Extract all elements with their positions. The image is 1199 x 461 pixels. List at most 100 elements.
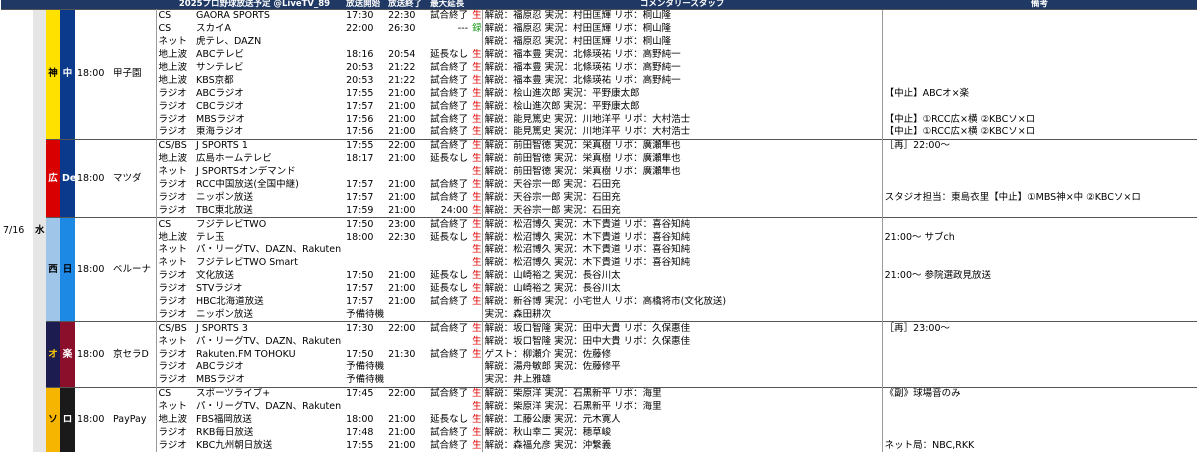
table-row: オ楽 18:00 京セラD CS/BS J SPORTS 3 17:30 22:00 試合終了… [1,321,1197,388]
end-time: 21:00 [388,426,416,438]
live-mark: 生 [472,100,482,112]
table-row: ラジオ 東海ラジオ 17:56 21:00 試合終了生解説：能見篤史 実況：川地洋平 リ… [1,126,1197,140]
start-time: 17:57 [346,283,374,295]
note-cell: 【中止】①RCC広×横 ②KBCソ×ロ [881,126,1197,140]
station-name: MBSラジオ [196,113,245,125]
station-name: GAORA SPORTS [194,8,345,23]
live-mark: 生 [472,231,482,243]
note-cell [881,22,1197,36]
live-mark: 生 [470,217,483,232]
max-extension: 試合終了 [430,179,469,191]
table-row: ラジオ HBC北海道放送 17:57 21:00 試合終了生解説：新谷博 実況：小宅世人… [1,295,1197,309]
table-row: ラジオ CBCラジオ 17:57 21:00 試合終了生解説：桧山進次郎 実況：平野康太… [1,100,1197,114]
note-cell [881,48,1197,62]
start-time [344,166,386,179]
max-extension: 試合終了 [430,113,469,125]
live-mark: 生 [470,138,483,153]
commentary-staff: 解説：松沼博久 実況：木下貴道 リポ：喜谷知純 [481,244,883,257]
max-extension [428,166,470,179]
game-time: 18:00 [75,386,111,453]
game-time: 18:00 [75,321,111,388]
date-cell: 7/16 [1,9,33,453]
team1-cell: 西 [46,217,60,322]
note-cell [881,282,1197,296]
commentary-staff: 解説：福本豊 実況：北條瑛祐 リポ：高野純一 [481,61,883,75]
header-staff: コメンタリースタッフ [482,0,883,10]
max-extension: 試合終了 [428,8,471,23]
commentary-staff: 解説：福本豊 実況：北條瑛祐 リポ：高野純一 [481,48,883,62]
venue: 京セラD [111,321,157,388]
max-extension: 試合終了 [430,191,469,203]
game-time: 18:00 [75,217,111,322]
start-time [344,244,386,257]
table-row: 地上波 KBS京都 20:53 21:22 試合終了生解説：福本豊 実況：北條瑛祐 リポ… [1,74,1197,88]
broadcast-type: ラジオ [158,179,187,191]
team2-cell: 日 [60,217,75,322]
station-name: HBC北海道放送 [196,296,264,308]
weekday-cell: 水 [33,9,46,453]
station-name: 文化放送 [196,270,235,282]
commentary-staff: 解説：新谷博 実況：小宅世人 リポ：高橋将市(文化放送) [481,295,883,309]
start-time: 17:50 [346,348,374,360]
commentary-staff: 解説：福原忍 実況：村田匡輝 リポ：桐山隆 [481,35,883,49]
note-cell [881,348,1197,362]
live-mark: 生 [472,74,482,86]
end-time [386,374,428,387]
broadcast-type: CS/BS [156,321,194,336]
station-name: サンテレビ [196,62,244,73]
game-time: 18:00 [75,9,111,140]
max-extension [428,36,470,49]
note-cell [881,8,1197,23]
station-name: J SPORTSオンデマンド [196,166,296,178]
end-time [386,257,428,270]
start-time: 18:00 [346,231,374,243]
commentary-staff: 解説：福本豊 実況：北條瑛祐 リポ：高野純一 [481,74,883,88]
station-name: テレ玉 [196,231,225,243]
end-time: 22:00 [386,321,429,336]
start-time: 17:57 [346,296,374,308]
table-row: ラジオ RKB毎日放送 17:48 21:00 試合終了生解説：秋山幸二 実況：穂草峻 [1,426,1197,440]
max-extension: 24:00 [440,204,469,216]
start-time: 17:55 [344,138,387,153]
max-extension: 試合終了 [430,439,469,451]
max-extension: 試合終了 [428,386,471,401]
commentary-staff: 解説：松沼博久 実況：木下貴道 リポ：喜谷知純 [481,217,883,232]
broadcast-type: ラジオ [158,374,187,386]
broadcast-type: ラジオ [158,204,187,216]
start-time: 17:45 [344,386,387,401]
end-time: 23:00 [386,217,429,232]
commentary-staff: 解説：天谷宗一郎 実況：石田充 [481,178,883,192]
venue: PayPay [111,386,157,453]
commentary-staff: 解説：前田智徳 実況：栄真樹 リポ：廣瀬隼也 [481,152,883,166]
end-time: 21:00 [388,270,416,282]
max-extension: 試合終了 [428,138,471,153]
note-cell [881,35,1197,49]
note-cell [881,308,1197,322]
station-name: ABCテレビ [196,49,244,61]
broadcast-type: ラジオ [158,439,187,451]
commentary-staff: 解説：松沼博久 実況：木下貴道 リポ：喜谷知純 [481,231,883,245]
commentary-staff: 解説：前田智徳 実況：栄真樹 リポ：廣瀬隼也 [481,138,883,153]
note-cell: 《副》球場音のみ [881,386,1197,401]
end-time: 22:00 [386,138,429,153]
commentary-staff: 解説：山崎裕之 実況：長谷川太 [481,282,883,296]
start-time [344,36,386,49]
note-cell [881,152,1197,166]
live-mark: 生 [472,296,482,308]
commentary-staff: 解説：柴原洋 実況：石黒新平 リポ：海里 [481,386,883,401]
start-time: 20:53 [346,62,374,73]
live-mark: 生 [472,439,482,451]
start-time: 予備待機 [346,308,385,320]
broadcast-type: ネット [158,335,188,347]
station-name: スポーツライブ+ [194,386,345,401]
table-row: ソロ 18:00 PayPay CS スポーツライブ+ 17:45 22:00 試合終了生解説… [1,386,1197,453]
broadcast-type: CS [156,217,194,232]
table-row: ラジオ ABCラジオ 17:55 21:00 試合終了生解説：桧山進次郎 実況：平野康太… [1,87,1197,101]
table-row: ラジオ Rakuten.FM TOHOKU 17:50 21:30 試合終了生ゲスト：柳… [1,348,1197,362]
table-row: 地上波 FBS福岡放送 18:00 21:00 延長なし生解説：工藤公康 実況：元木寛人 [1,413,1197,427]
note-cell [881,361,1197,374]
table-row: ラジオ STVラジオ 17:57 21:00 延長なし生解説：山崎裕之 実況：長谷川太 [1,282,1197,296]
max-extension: --- [457,23,469,35]
end-time: 21:00 [388,414,416,426]
end-time: 21:00 [388,126,416,138]
